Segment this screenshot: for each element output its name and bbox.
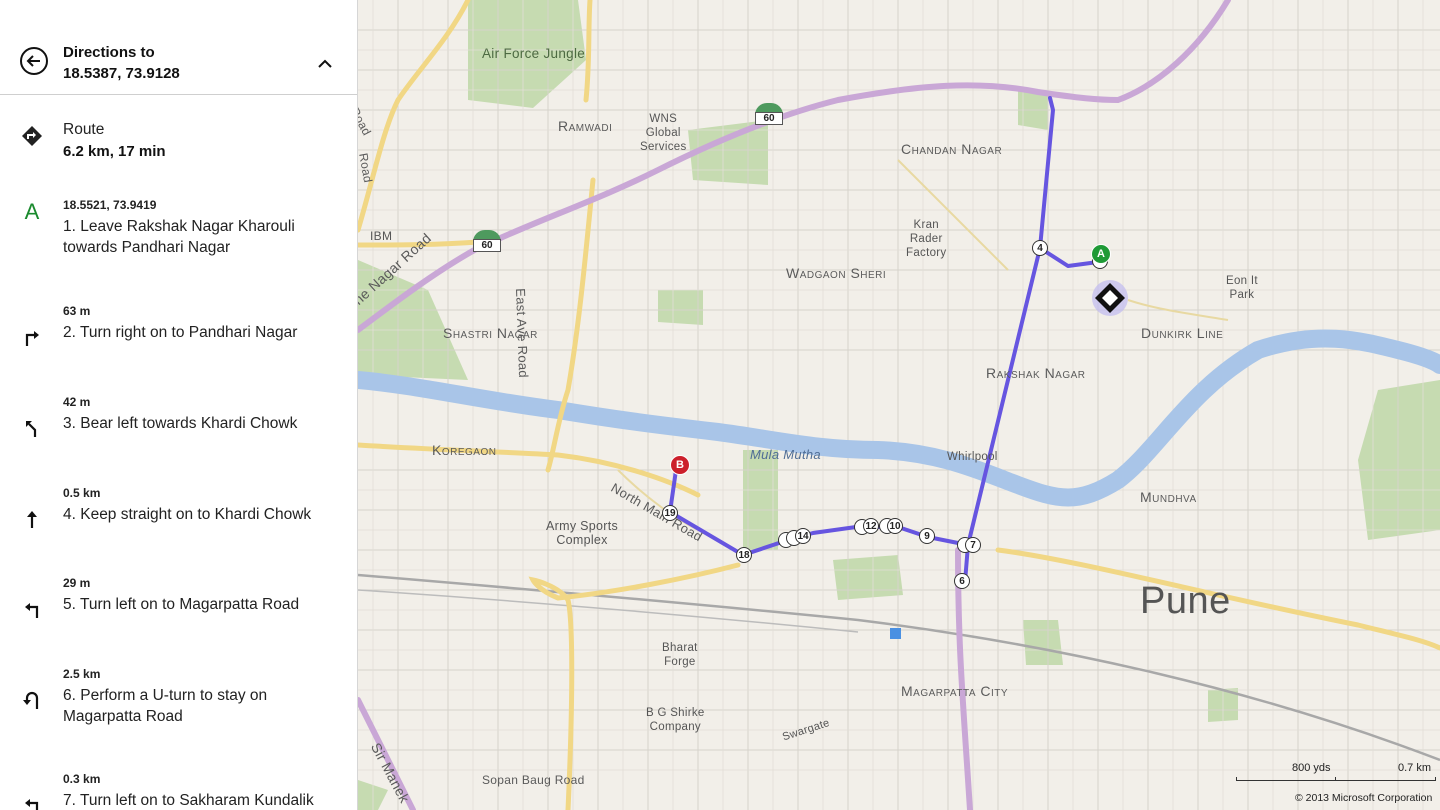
route-waypoint[interactable]: 6 <box>954 573 970 589</box>
step-distance: 63 m <box>63 304 91 318</box>
step-distance: 0.3 km <box>63 772 101 786</box>
map-label-dunkirk-line: Dunkirk Line <box>1141 325 1224 341</box>
bharat-line1: Bharat <box>662 642 698 654</box>
directions-title: Directions to <box>63 44 155 61</box>
route-diamond-icon <box>20 124 44 148</box>
map-label-magarpatta-city: Magarpatta City <box>901 683 1009 699</box>
map-label-pune: Pune <box>1140 580 1231 622</box>
map-label-air-force: Air Force Jungle <box>482 46 586 61</box>
map-label-sopan-baug-road: Sopan Baug Road <box>482 773 585 787</box>
map-label-east-ave-road: East Ave Road <box>513 288 532 379</box>
route-waypoint[interactable]: 18 <box>736 547 752 563</box>
scale-km: 0.7 km <box>1398 762 1432 774</box>
direction-step[interactable]: 0.3 km 7. Turn left on to Sakharam Kunda… <box>0 770 357 810</box>
route-waypoint[interactable]: 14 <box>795 528 811 544</box>
map-label-wadgaon-sheri: Wadgaon Sheri <box>786 265 887 281</box>
route-waypoint[interactable]: 12 <box>863 518 879 534</box>
route-waypoint[interactable]: 7 <box>965 537 981 553</box>
highway-shield: 60 <box>473 230 501 252</box>
step-instruction: 1. Leave Rakshak Nagar Kharouli towards … <box>63 218 295 256</box>
step-coordinates: 18.5521, 73.9419 <box>63 198 157 212</box>
route-waypoint[interactable]: 19 <box>662 505 678 521</box>
kran-line1: Kran <box>913 219 939 231</box>
step-instruction: 2. Turn right on to Pandhari Nagar <box>63 324 298 341</box>
directions-header: Directions to 18.5387, 73.9128 <box>0 0 357 95</box>
scale-yds: 800 yds <box>1292 762 1331 774</box>
map-label-army-sports: Army Sports Complex <box>546 519 618 547</box>
map-label-ibm: IBM <box>370 229 393 243</box>
turn-left-icon <box>20 793 44 810</box>
army-line2: Complex <box>556 533 608 547</box>
map-label-wns: WNS Global Services <box>640 112 687 154</box>
wns-line2: Global <box>645 127 681 139</box>
kran-line2: Rader <box>909 233 943 245</box>
bg-line2: Company <box>649 721 701 733</box>
map-label-whirlpool: Whirlpool <box>947 451 998 463</box>
step-distance: 29 m <box>63 576 91 590</box>
route-waypoint[interactable]: 4 <box>1032 240 1048 256</box>
highway-number: 60 <box>473 239 501 252</box>
copyright-notice: © 2013 Microsoft Corporation <box>1295 792 1433 804</box>
u-turn-icon <box>20 688 44 712</box>
turn-left-icon <box>20 597 44 621</box>
bg-line1: B G Shirke <box>646 707 705 719</box>
map-label-mula-mutha: Mula Mutha <box>750 447 821 462</box>
map-label-koregaon: Koregaon <box>432 442 497 458</box>
step-instruction: 4. Keep straight on to Khardi Chowk <box>63 506 312 523</box>
eon-line1: Eon It <box>1226 275 1258 287</box>
turn-right-icon <box>20 325 44 349</box>
step-instruction: 6. Perform a U-turn to stay on Magarpatt… <box>63 687 268 725</box>
direction-step[interactable]: 29 m 5. Turn left on to Magarpatta Road <box>0 574 357 624</box>
map-label-bharat-forge: Bharat Forge <box>662 641 698 669</box>
route-label: Route <box>63 121 105 138</box>
end-pin-b[interactable]: B <box>670 455 690 475</box>
wns-line3: Services <box>640 141 687 153</box>
eon-line2: Park <box>1229 289 1255 301</box>
step-instruction: 7. Turn left on to Sakharam Kundalik <box>63 792 314 809</box>
map-label-chandan-nagar: Chandan Nagar <box>901 141 1003 157</box>
map-base <box>358 0 1440 810</box>
step-instruction: 3. Bear left towards Khardi Chowk <box>63 415 298 432</box>
direction-step[interactable]: 2.5 km 6. Perform a U-turn to stay on Ma… <box>0 665 357 735</box>
step-distance: 42 m <box>63 395 91 409</box>
step-instruction: 5. Turn left on to Magarpatta Road <box>63 596 300 613</box>
start-a-icon: A <box>24 199 40 224</box>
collapse-button[interactable] <box>313 54 337 74</box>
direction-step[interactable]: A 18.5521, 73.9419 1. Leave Rakshak Naga… <box>0 196 357 266</box>
back-button[interactable] <box>20 47 48 75</box>
map-label-mundhva: Mundhva <box>1140 489 1197 505</box>
highway-number: 60 <box>755 112 783 125</box>
kran-line3: Factory <box>906 247 947 259</box>
route-waypoint[interactable]: 9 <box>919 528 935 544</box>
map-scale-bar: 800 yds 0.7 km <box>1236 760 1436 782</box>
map-label-kran: Kran Rader Factory <box>906 218 946 260</box>
destination-coordinates: 18.5387, 73.9128 <box>63 65 180 82</box>
map-label-rakshak-nagar: Rakshak Nagar <box>986 365 1086 381</box>
bear-left-icon <box>20 416 44 440</box>
scale-line-km <box>1336 777 1436 781</box>
route-waypoint[interactable]: 10 <box>887 518 903 534</box>
route-summary-item[interactable]: Route 6.2 km, 17 min <box>0 115 357 175</box>
map-canvas[interactable]: Air Force Jungle Ramwadi WNS Global Serv… <box>358 0 1440 810</box>
direction-step[interactable]: 63 m 2. Turn right on to Pandhari Nagar <box>0 302 357 352</box>
highway-shield: 60 <box>755 103 783 125</box>
wns-line1: WNS <box>649 113 678 125</box>
start-pin-a[interactable]: A <box>1091 244 1111 264</box>
straight-icon <box>20 507 44 531</box>
direction-step[interactable]: 0.5 km 4. Keep straight on to Khardi Cho… <box>0 484 357 534</box>
direction-step[interactable]: 42 m 3. Bear left towards Khardi Chowk <box>0 393 357 443</box>
back-arrow-icon <box>26 55 40 67</box>
map-label-ramwadi: Ramwadi <box>558 118 613 134</box>
map-label-eon-park: Eon It Park <box>1226 274 1258 302</box>
route-distance-time: 6.2 km, 17 min <box>63 143 166 160</box>
step-distance: 2.5 km <box>63 667 101 681</box>
directions-panel: Directions to 18.5387, 73.9128 Route 6.2… <box>0 0 358 810</box>
bharat-line2: Forge <box>664 656 696 668</box>
army-line1: Army Sports <box>546 519 619 533</box>
step-distance: 0.5 km <box>63 486 101 500</box>
chevron-up-icon <box>318 59 332 68</box>
map-label-bg-shirke: B G Shirke Company <box>646 706 705 734</box>
scale-line-yds <box>1236 777 1336 781</box>
